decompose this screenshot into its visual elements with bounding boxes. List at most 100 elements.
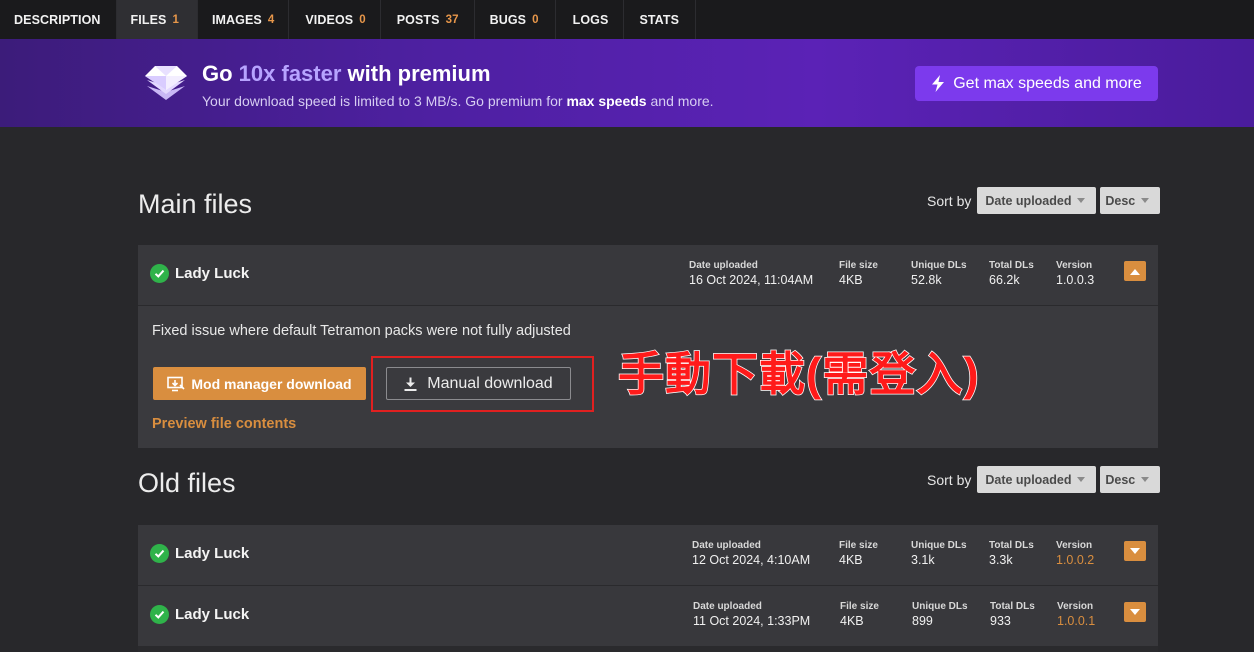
- mod-manager-label: Mod manager download: [191, 375, 352, 392]
- headline-text: with premium: [341, 61, 491, 86]
- old-sort-controls: Sort by Date uploaded Desc: [927, 466, 1161, 493]
- main-sort-controls: Sort by Date uploaded Desc: [927, 187, 1161, 214]
- meta-unique: Unique DLs 52.8k: [911, 260, 967, 287]
- meta-version: Version 1.0.0.3: [1056, 260, 1094, 287]
- sort-order-value: Desc: [1105, 193, 1136, 208]
- meta-value: 1.0.0.3: [1056, 273, 1095, 287]
- tab-bugs[interactable]: BUGS 0: [475, 0, 556, 39]
- meta-label: Unique DLs: [911, 260, 967, 271]
- get-premium-button[interactable]: Get max speeds and more: [915, 66, 1158, 101]
- tab-description[interactable]: DESCRIPTION: [0, 0, 117, 39]
- lightning-icon: [932, 75, 945, 92]
- meta-label: Unique DLs: [912, 601, 968, 612]
- collapse-toggle[interactable]: [1124, 261, 1146, 281]
- meta-value: 66.2k: [989, 273, 1020, 287]
- meta-value: 16 Oct 2024, 11:04AM: [689, 273, 814, 287]
- meta-value: 933: [990, 614, 1011, 628]
- meta-label: File size: [840, 601, 879, 612]
- headline-text: Go: [202, 61, 239, 86]
- sort-order-select[interactable]: Desc: [1100, 187, 1161, 214]
- sort-field-value: Date uploaded: [985, 193, 1072, 208]
- meta-date: Date uploaded 11 Oct 2024, 1:33PM: [693, 601, 810, 628]
- tab-count: 0: [532, 13, 539, 26]
- expand-toggle[interactable]: [1124, 602, 1146, 622]
- meta-label: Version: [1056, 260, 1093, 271]
- old-files-title: Old files: [138, 468, 236, 498]
- tab-count: 1: [172, 13, 179, 26]
- meta-size: File size 4KB: [840, 601, 879, 628]
- meta-label: Unique DLs: [911, 540, 967, 551]
- meta-value: 3.3k: [989, 553, 1013, 567]
- banner-headline: Go 10x faster with premium: [202, 61, 491, 87]
- main-files-title: Main files: [138, 189, 253, 219]
- premium-banner: Go 10x faster with premium Your download…: [0, 39, 1254, 127]
- tab-label: DESCRIPTION: [14, 12, 101, 27]
- sort-order-value: Desc: [1105, 472, 1136, 487]
- chevron-down-icon: [1077, 477, 1086, 482]
- meta-label: File size: [839, 540, 878, 551]
- chevron-down-icon: [1130, 547, 1140, 554]
- meta-value: 4KB: [839, 273, 863, 287]
- meta-value: 4KB: [840, 614, 864, 628]
- meta-date: Date uploaded 12 Oct 2024, 4:10AM: [692, 540, 810, 567]
- tab-posts[interactable]: POSTS 37: [381, 0, 475, 39]
- sort-order-select[interactable]: Desc: [1100, 466, 1161, 493]
- headline-highlight: 10x faster: [238, 61, 342, 86]
- meta-value: 52.8k: [911, 273, 942, 287]
- tab-label: BUGS: [489, 12, 527, 27]
- file-name-text: Lady Luck: [175, 265, 250, 282]
- preview-file-contents-link[interactable]: Preview file contents: [152, 416, 296, 432]
- meta-value: 899: [912, 614, 933, 628]
- file-name-text: Lady Luck: [175, 545, 250, 562]
- tab-label: LOGS: [572, 12, 609, 27]
- highlight-box: [371, 356, 594, 412]
- meta-label: Date uploaded: [689, 260, 758, 271]
- meta-unique: Unique DLs 3.1k: [911, 540, 967, 567]
- tab-stats[interactable]: STATS: [624, 0, 697, 39]
- meta-unique: Unique DLs 899: [912, 601, 968, 628]
- sort-field-select[interactable]: Date uploaded: [977, 187, 1097, 214]
- meta-label: Total DLs: [989, 260, 1034, 271]
- sort-field-select[interactable]: Date uploaded: [977, 466, 1097, 493]
- tab-videos[interactable]: VIDEOS 0: [289, 0, 381, 39]
- meta-label: Date uploaded: [693, 601, 762, 612]
- tab-files[interactable]: FILES 1: [116, 0, 198, 39]
- meta-label: Date uploaded: [692, 540, 761, 551]
- meta-size: File size 4KB: [839, 540, 878, 567]
- annotation-text: 手動下載(需登入): [617, 347, 980, 401]
- tab-label: STATS: [639, 12, 680, 27]
- chevron-down-icon: [1141, 198, 1150, 203]
- check-circle-icon: [150, 544, 169, 563]
- banner-subline: Your download speed is limited to 3 MB/s…: [202, 93, 714, 109]
- old-files-card: Lady Luck Date uploaded 12 Oct 2024, 4:1…: [138, 525, 1158, 652]
- file-description: Fixed issue where default Tetramon packs…: [152, 323, 571, 339]
- meta-value: 1.0.0.1: [1057, 614, 1096, 628]
- file-row[interactable]: Lady Luck Date uploaded 16 Oct 2024, 11:…: [138, 245, 1158, 305]
- file-name: Lady Luck: [150, 605, 249, 624]
- check-circle-icon: [150, 264, 169, 283]
- meta-label: Total DLs: [990, 601, 1035, 612]
- tab-logs[interactable]: LOGS: [556, 0, 625, 39]
- meta-size: File size 4KB: [839, 260, 878, 287]
- file-row[interactable]: Lady Luck Date uploaded 12 Oct 2024, 4:1…: [138, 525, 1158, 585]
- meta-value: 4KB: [839, 553, 863, 567]
- chevron-up-icon: [1130, 268, 1140, 275]
- mod-manager-download-button[interactable]: Mod manager download: [153, 367, 366, 400]
- tab-images[interactable]: IMAGES 4: [198, 0, 290, 39]
- expand-toggle[interactable]: [1124, 541, 1146, 561]
- file-row[interactable]: Lady Luck Date uploaded 11 Oct 2024, 1:3…: [138, 586, 1158, 646]
- meta-total: Total DLs 933: [990, 601, 1035, 628]
- meta-total: Total DLs 66.2k: [989, 260, 1034, 287]
- meta-value: 12 Oct 2024, 4:10AM: [692, 553, 811, 567]
- sort-field-value: Date uploaded: [985, 472, 1072, 487]
- meta-label: Version: [1057, 601, 1094, 612]
- meta-value: 11 Oct 2024, 1:33PM: [693, 614, 811, 628]
- file-name-text: Lady Luck: [175, 606, 250, 623]
- chevron-down-icon: [1141, 477, 1150, 482]
- meta-label: File size: [839, 260, 878, 271]
- meta-version: Version 1.0.0.1: [1057, 601, 1095, 628]
- chevron-down-icon: [1130, 608, 1140, 615]
- meta-version: Version 1.0.0.2: [1056, 540, 1094, 567]
- check-circle-icon: [150, 605, 169, 624]
- tab-count: 0: [359, 13, 366, 26]
